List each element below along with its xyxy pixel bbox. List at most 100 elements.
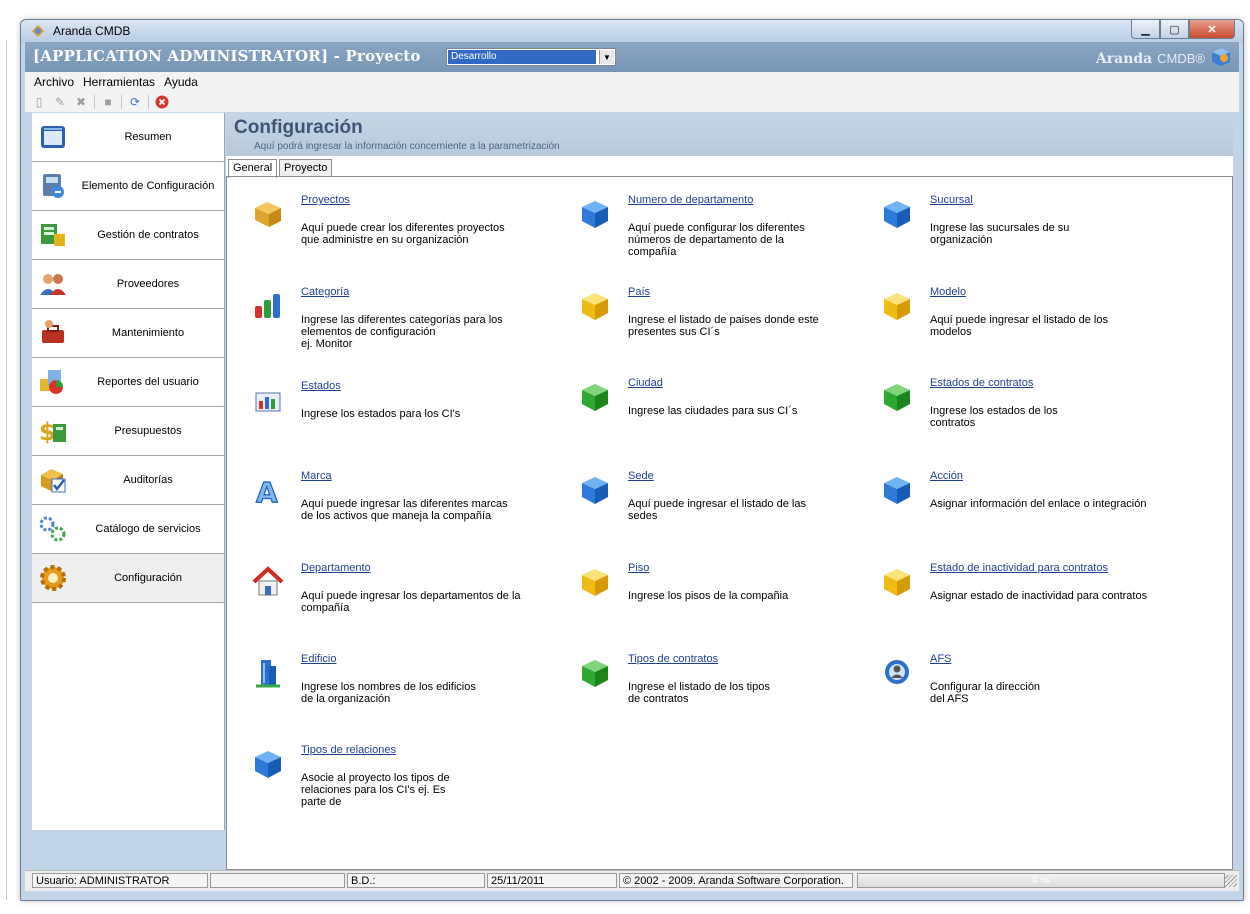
status-empty: [210, 873, 345, 888]
folder-box-icon: [255, 202, 281, 227]
background-edge: [6, 40, 7, 900]
sidebar-item-presupuestos[interactable]: $ Presupuestos: [32, 407, 224, 456]
resize-grip-icon[interactable]: [1225, 875, 1237, 887]
yellow-cube-icon: [582, 569, 608, 596]
config-link[interactable]: Departamento: [301, 562, 371, 574]
close-button[interactable]: ✕: [1189, 20, 1235, 39]
config-link[interactable]: Modelo: [930, 286, 966, 298]
config-link[interactable]: Piso: [628, 562, 649, 574]
config-link[interactable]: Ciudad: [628, 377, 663, 389]
config-link[interactable]: Sucursal: [930, 194, 973, 206]
config-description: Aquí puede configurar los diferentes núm…: [628, 222, 805, 258]
sidebar-item-label: Auditorías: [123, 474, 173, 486]
title-bar[interactable]: Aranda CMDB ▁ ▢ ✕: [21, 20, 1243, 42]
config-description: Configurar la dirección del AFS: [930, 681, 1041, 705]
config-item-tipos-relaciones: Tipos de relaciones Asocie al proyecto l…: [252, 744, 532, 824]
edit-icon[interactable]: ✎: [52, 94, 68, 110]
config-link[interactable]: País: [628, 286, 650, 298]
config-link[interactable]: Numero de departamento: [628, 194, 753, 206]
sidebar-item-reportes-usuario[interactable]: Reportes del usuario: [32, 358, 224, 407]
config-description: Aquí puede ingresar el listado de los mo…: [930, 314, 1108, 338]
toolbar-separator: [148, 95, 149, 109]
building-icon: [256, 660, 280, 688]
menu-ayuda[interactable]: Ayuda: [164, 75, 198, 89]
config-item-afs: AFS Configurar la dirección del AFS: [881, 653, 1161, 733]
tab-proyecto[interactable]: Proyecto: [279, 159, 333, 177]
config-description: Ingrese las sucursales de su organizació…: [930, 222, 1070, 246]
project-select[interactable]: Desarrollo ▼: [446, 48, 616, 66]
new-icon[interactable]: ▯: [31, 94, 47, 110]
blue-cube-icon: [255, 751, 281, 778]
blue-cube-icon: [884, 201, 910, 228]
config-link[interactable]: Edificio: [301, 653, 336, 665]
config-description: Aquí puede crear los diferentes proyecto…: [301, 222, 505, 246]
sidebar-item-label: Reportes del usuario: [97, 376, 199, 388]
config-item-marca: A Marca Aquí puede ingresar las diferent…: [252, 470, 532, 550]
delete-icon[interactable]: ✖: [73, 94, 89, 110]
config-item-numero-departamento: Numero de departamento Aquí puede config…: [579, 194, 859, 274]
house-icon: [252, 566, 284, 596]
sidebar-item-label: Proveedores: [116, 278, 180, 290]
status-db: B.D.:: [347, 873, 485, 888]
app-header-bar: [APPLICATION ADMINISTRATOR] - Proyecto D…: [25, 42, 1239, 72]
config-item-tipos-contratos: Tipos de contratos Ingrese el listado de…: [579, 653, 859, 733]
refresh-icon[interactable]: ⟳: [127, 94, 143, 110]
sidebar-item-label: Mantenimiento: [111, 327, 185, 339]
config-link[interactable]: Sede: [628, 470, 654, 482]
config-description: Aquí puede ingresar los departamentos de…: [301, 590, 521, 614]
sidebar-item-resumen[interactable]: Resumen: [32, 113, 224, 162]
dropdown-arrow-icon[interactable]: ▼: [599, 50, 614, 64]
sidebar-item-elemento-configuracion[interactable]: Elemento de Configuración: [32, 162, 224, 211]
config-link[interactable]: Tipos de relaciones: [301, 744, 396, 756]
config-link[interactable]: Estado de inactividad para contratos: [930, 562, 1108, 574]
minimize-button[interactable]: ▁: [1131, 20, 1160, 39]
sidebar-item-auditorias[interactable]: Auditorías: [32, 456, 224, 505]
config-item-sede: Sede Aquí puede ingresar el listado de l…: [579, 470, 859, 550]
letter-a-icon: A: [255, 475, 278, 506]
config-item-edificio: Edificio Ingrese los nombres de los edif…: [252, 653, 532, 733]
sidebar-item-proveedores[interactable]: Proveedores: [32, 260, 224, 309]
maintenance-icon: [42, 320, 64, 343]
window-controls: ▁ ▢ ✕: [1131, 20, 1235, 39]
config-link[interactable]: AFS: [930, 653, 951, 665]
sidebar-item-label: Elemento de Configuración: [81, 180, 215, 192]
content-header: Configuración Aquí podrá ingresar la inf…: [226, 113, 1233, 156]
config-item-categoria: Categoría Ingrese las diferentes categor…: [252, 286, 532, 366]
config-link[interactable]: Marca: [301, 470, 332, 482]
sidebar-item-label: Catálogo de servicios: [95, 523, 201, 535]
config-link[interactable]: Estados de contratos: [930, 377, 1033, 389]
main-content: Configuración Aquí podrá ingresar la inf…: [226, 113, 1233, 870]
menu-bar: Archivo Herramientas Ayuda: [25, 72, 1239, 92]
exit-icon[interactable]: [154, 94, 170, 110]
config-item-proyectos: Proyectos Aquí puede crear los diferente…: [252, 194, 532, 274]
sidebar-item-gestion-contratos[interactable]: Gestión de contratos: [32, 211, 224, 260]
sidebar-item-configuracion[interactable]: Configuración: [32, 554, 224, 603]
toolbar-separator: [121, 95, 122, 109]
config-description: Ingrese el listado de paises donde este …: [628, 314, 819, 338]
config-description: Ingrese los nombres de los edificios de …: [301, 681, 476, 705]
role-project-heading: [APPLICATION ADMINISTRATOR] - Proyecto: [33, 47, 421, 65]
summary-icon: [41, 126, 65, 148]
stop-icon[interactable]: ■: [100, 94, 116, 110]
status-bar: Usuario: ADMINISTRATOR B.D.: 25/11/2011 …: [25, 870, 1239, 891]
config-link[interactable]: Tipos de contratos: [628, 653, 718, 665]
config-link[interactable]: Estados: [301, 380, 341, 392]
menu-herramientas[interactable]: Herramientas: [83, 75, 155, 89]
config-link[interactable]: Categoría: [301, 286, 349, 298]
brand-mark: ®: [1195, 51, 1205, 66]
sidebar-item-catalogo-servicios[interactable]: Catálogo de servicios: [32, 505, 224, 554]
project-select-value: Desarrollo: [448, 50, 596, 64]
config-item-modelo: Modelo Aquí puede ingresar el listado de…: [881, 286, 1161, 366]
tab-strip: General Proyecto: [226, 156, 1233, 178]
maximize-button[interactable]: ▢: [1160, 20, 1189, 39]
sidebar-item-label: Resumen: [124, 131, 172, 143]
blue-cube-icon: [884, 477, 910, 504]
config-link[interactable]: Acción: [930, 470, 963, 482]
page-title: Configuración: [234, 117, 363, 138]
config-item-sucursal: Sucursal Ingrese las sucursales de su or…: [881, 194, 1161, 274]
sidebar-item-mantenimiento[interactable]: Mantenimiento: [32, 309, 224, 358]
menu-archivo[interactable]: Archivo: [34, 75, 74, 89]
config-link[interactable]: Proyectos: [301, 194, 350, 206]
config-description: Ingrese los estados de los contratos: [930, 405, 1058, 429]
app-window: Aranda CMDB ▁ ▢ ✕ [APPLICATION ADMINISTR…: [20, 19, 1244, 901]
